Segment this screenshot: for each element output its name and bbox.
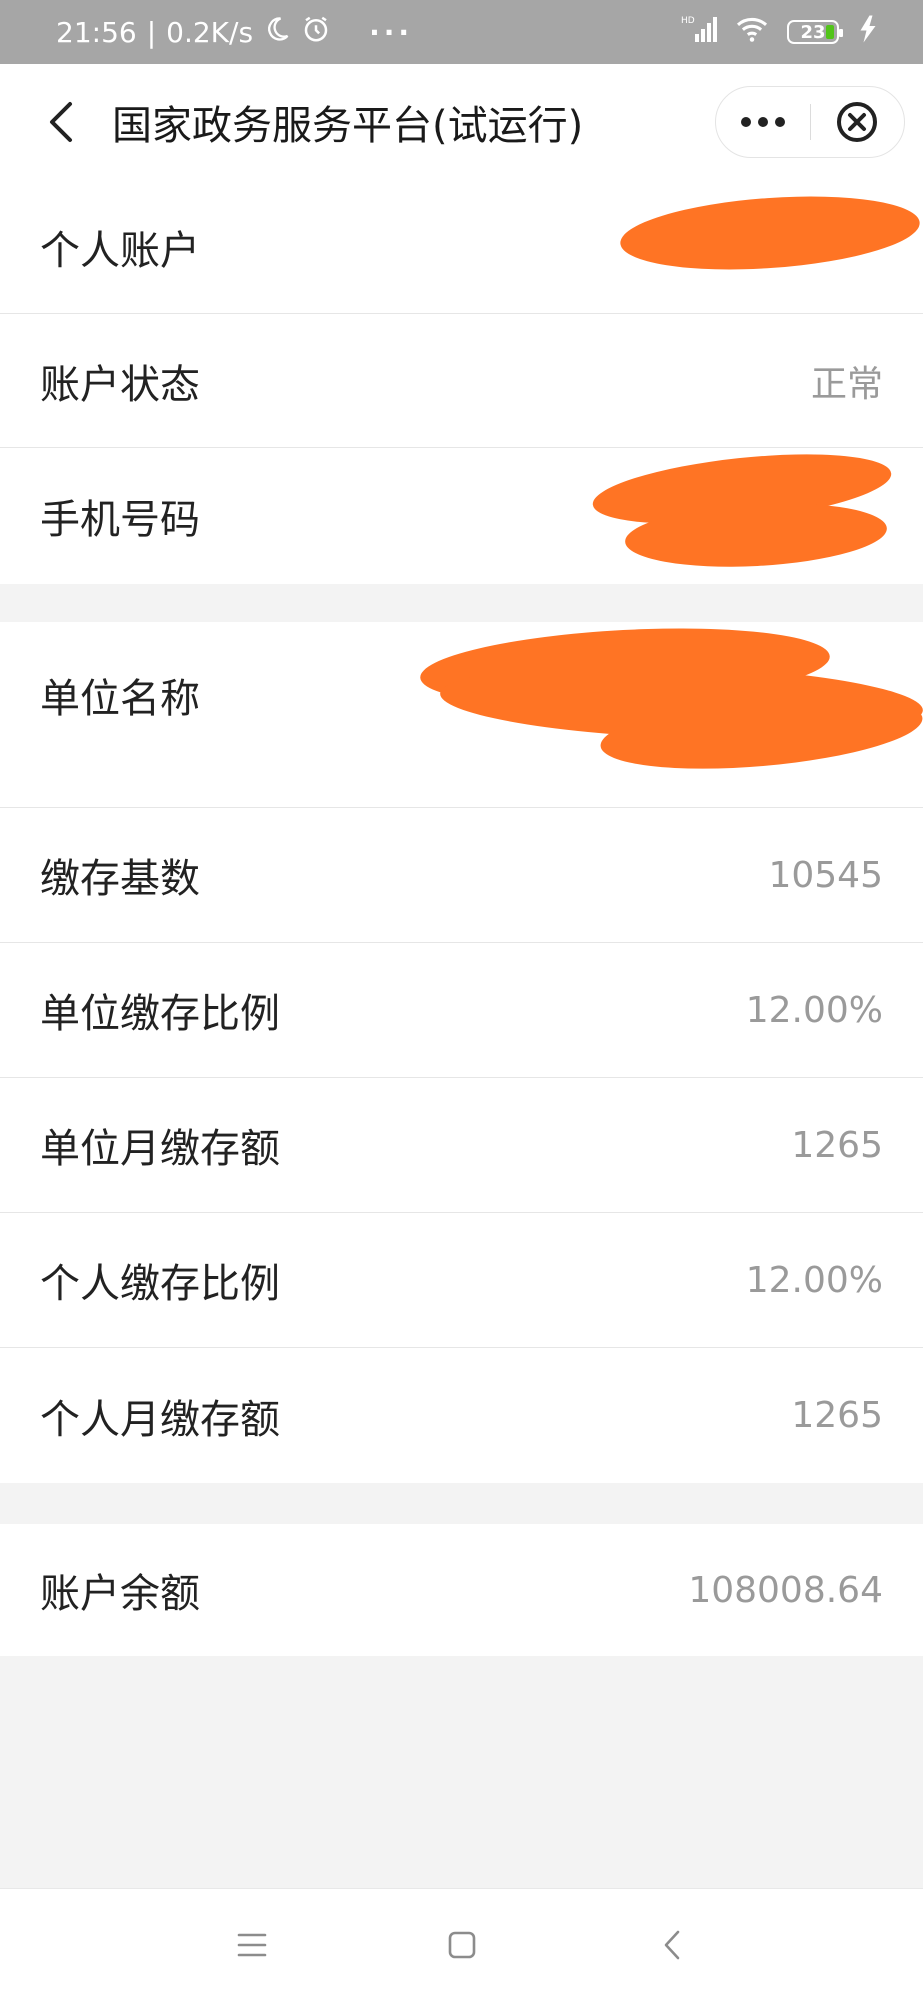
account-status-label: 账户状态 (40, 361, 200, 408)
status-separator: | (146, 15, 157, 49)
battery-icon: 23 (787, 20, 843, 44)
close-circle-icon (837, 102, 878, 142)
row-personal-rate: 个人缴存比例 12.00% (0, 1213, 923, 1348)
contribution-section: 单位名称 缴存基数 10545 单位缴存比例 12.00% 单位月缴存额 126… (0, 619, 923, 1483)
phone-number-label: 手机号码 (40, 497, 200, 543)
balance-label: 账户余额 (40, 1571, 200, 1617)
personal-monthly-label: 个人月缴存额 (40, 1396, 280, 1443)
home-button[interactable] (432, 1915, 492, 1975)
battery-level: 23 (800, 21, 826, 43)
wifi-icon (735, 15, 769, 50)
row-personal-monthly: 个人月缴存额 1265 (0, 1348, 923, 1483)
redaction-mark (617, 187, 923, 279)
menu-icon (237, 1933, 266, 1957)
page-title: 国家政务服务平台(试运行) (112, 103, 584, 149)
employer-rate-value: 12.00% (745, 989, 883, 1031)
nav-bar: 国家政务服务平台(试运行) (0, 64, 923, 180)
chevron-left-icon (50, 102, 72, 142)
row-account-status: 账户状态 正常 (0, 314, 923, 448)
row-employer-name: 单位名称 (0, 619, 923, 808)
status-bar: 21:56 | 0.2K/s ··· HD 23 (0, 0, 923, 64)
account-status-value: 正常 (810, 363, 883, 405)
signal-icon: HD (681, 14, 717, 51)
more-dots-icon (740, 117, 785, 127)
status-time: 21:56 (56, 15, 137, 49)
row-personal-account: 个人账户 (0, 180, 923, 314)
personal-rate-label: 个人缴存比例 (40, 1261, 280, 1307)
status-net-speed: 0.2K/s (166, 15, 254, 49)
svg-text:HD: HD (681, 16, 695, 26)
balance-section: 账户余额 108008.64 (0, 1524, 923, 1656)
moon-icon (263, 15, 291, 50)
personal-monthly-value: 1265 (791, 1395, 883, 1436)
close-button[interactable] (811, 86, 905, 158)
account-info-section: 个人账户 账户状态 正常 手机号码 (0, 180, 923, 584)
row-employer-monthly: 单位月缴存额 1265 (0, 1078, 923, 1213)
employer-name-label: 单位名称 (40, 676, 200, 722)
employer-monthly-label: 单位月缴存额 (40, 1126, 280, 1172)
system-back-button[interactable] (642, 1915, 702, 1975)
employer-rate-label: 单位缴存比例 (40, 991, 280, 1037)
row-phone-number: 手机号码 (0, 442, 923, 584)
square-icon (448, 1931, 475, 1959)
alarm-icon (301, 14, 331, 51)
mini-program-capsule (715, 86, 905, 158)
employer-monthly-value: 1265 (791, 1124, 883, 1166)
system-navigation-bar (0, 1888, 923, 2001)
row-balance: 账户余额 108008.64 (0, 1524, 923, 1656)
personal-rate-value: 12.00% (745, 1259, 883, 1301)
balance-value: 108008.64 (688, 1569, 883, 1611)
more-button[interactable] (716, 86, 810, 158)
contribution-base-value: 10545 (768, 854, 883, 896)
charging-icon (857, 14, 879, 51)
personal-account-label: 个人账户 (40, 227, 200, 274)
row-contribution-base: 缴存基数 10545 (0, 808, 923, 943)
recent-apps-button[interactable] (222, 1915, 282, 1975)
back-button[interactable] (30, 92, 90, 152)
chevron-left-icon (664, 1930, 679, 1960)
status-more-dots: ··· (369, 15, 413, 49)
row-employer-rate: 单位缴存比例 12.00% (0, 943, 923, 1078)
contribution-base-label: 缴存基数 (40, 856, 200, 902)
